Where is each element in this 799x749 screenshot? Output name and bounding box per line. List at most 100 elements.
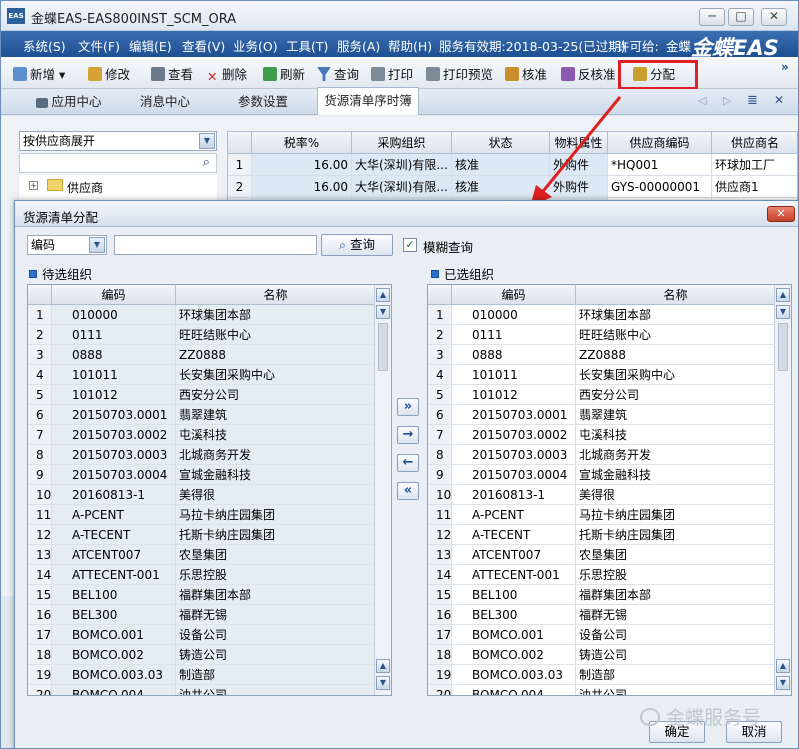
toolbar-print-preview-button[interactable]: 打印预览 <box>426 64 493 83</box>
expand-by-value: 按供应商展开 <box>23 134 96 148</box>
available-orgs-scrollbar[interactable]: ▲ ▼ ▲ ▼ <box>374 285 391 695</box>
toolbar-delete-button[interactable]: ✕ 删除 <box>207 64 247 84</box>
list-header-name: 名称 <box>176 285 376 305</box>
org-row-cell: 屯溪科技 <box>576 425 776 445</box>
org-row-cell: 20150703.0004 <box>452 465 576 485</box>
toolbar-edit-label: 修改 <box>105 67 131 82</box>
toolbar-new-button[interactable]: 新增 ▾ <box>13 64 65 83</box>
toolbar-unapprove-button[interactable]: 反核准 <box>561 64 616 83</box>
query-button[interactable]: ⌕ 查询 <box>321 234 393 256</box>
tab-app-center[interactable]: 应用中心 <box>29 89 109 115</box>
org-row-cell: 11 <box>28 505 52 525</box>
org-row-cell: 20160813-1 <box>52 485 176 505</box>
toolbar-delete-label: 删除 <box>222 67 248 82</box>
search-input[interactable] <box>114 235 317 255</box>
menu-view[interactable]: 查看(V) <box>182 36 225 55</box>
toolbar-query-button[interactable]: 查询 <box>317 64 359 83</box>
menu-edit[interactable]: 编辑(E) <box>129 36 172 55</box>
toolbar-unapprove-label: 反核准 <box>578 67 616 82</box>
org-row-cell: BEL300 <box>452 605 576 625</box>
list-header-rownum <box>28 285 52 305</box>
toolbar-edit-button[interactable]: 修改 <box>88 64 130 83</box>
scroll-down-icon[interactable]: ▼ <box>376 305 390 319</box>
org-row-cell: 9 <box>428 465 452 485</box>
tab-message-center[interactable]: 消息中心 <box>127 89 203 115</box>
org-row-cell: 19 <box>428 665 452 685</box>
move-all-left-button[interactable]: « <box>397 482 419 500</box>
close-window-button[interactable]: ✕ <box>761 8 787 26</box>
toolbar-approve-button[interactable]: 核准 <box>505 64 547 83</box>
wechat-icon <box>640 708 660 726</box>
tree-expand-icon[interactable]: + <box>29 181 38 190</box>
fuzzy-query-checkbox[interactable]: ✓ <box>403 238 417 252</box>
org-row-cell: 农垦集团 <box>176 545 376 565</box>
search-icon[interactable]: ⌕ <box>203 155 210 170</box>
org-row-cell: 4 <box>28 365 52 385</box>
service-expiry-text: 服务有效期:2018-03-25(已过期) <box>439 39 626 54</box>
scroll-up-icon[interactable]: ▲ <box>776 659 790 673</box>
org-row-cell: 10 <box>28 485 52 505</box>
tab-sourcing-list[interactable]: 货源清单序时簿 <box>317 87 419 115</box>
org-row-cell: 福群集团本部 <box>576 585 776 605</box>
org-row-cell: 10 <box>428 485 452 505</box>
assign-dialog: 货源清单分配 ✕ 编码 ▼ ⌕ 查询 ✓ 模糊查询 待选组织 已选组织 编码 名称 1… <box>14 200 799 749</box>
dialog-close-button[interactable]: ✕ <box>767 206 795 222</box>
filter-field-combo[interactable]: 编码 ▼ <box>27 235 107 255</box>
tab-list-icon[interactable]: ≣ <box>747 93 758 108</box>
scroll-up-icon[interactable]: ▲ <box>376 659 390 673</box>
menu-business[interactable]: 业务(O) <box>233 36 278 55</box>
tab-prev-arrow-icon[interactable]: ◁ <box>698 94 706 107</box>
org-row-cell: 19 <box>28 665 52 685</box>
scroll-down-icon[interactable]: ▼ <box>776 676 790 690</box>
annotation-arrow <box>520 95 630 213</box>
eas-app-icon: EAS <box>7 8 25 24</box>
menu-service[interactable]: 服务(A) <box>337 36 380 55</box>
org-row-cell: 15 <box>28 585 52 605</box>
menu-tools[interactable]: 工具(T) <box>286 36 328 55</box>
watermark-text: 金蝶服务号 <box>666 707 762 729</box>
scroll-down-icon[interactable]: ▼ <box>776 305 790 319</box>
scroll-thumb[interactable] <box>778 323 788 371</box>
tree-root-supplier[interactable]: 供应商 <box>67 179 103 196</box>
chevron-down-icon[interactable]: ▼ <box>89 237 105 253</box>
unapprove-icon <box>561 67 575 81</box>
chevron-down-icon[interactable]: ▼ <box>199 133 215 149</box>
scroll-up-icon[interactable]: ▲ <box>776 288 790 302</box>
org-row-cell: 0888 <box>452 345 576 365</box>
org-row-cell: 0111 <box>52 325 176 345</box>
move-left-button[interactable]: ← <box>397 454 419 472</box>
toolbar-refresh-button[interactable]: 刷新 <box>263 64 305 83</box>
toolbar-approve-label: 核准 <box>522 67 548 82</box>
expand-by-combo[interactable]: 按供应商展开 ▼ <box>19 131 217 151</box>
grid-header: 供应商名 <box>712 132 797 154</box>
org-row-cell: 乐思控股 <box>176 565 376 585</box>
list-header-code: 编码 <box>52 285 176 305</box>
toolbar-view-button[interactable]: 查看 <box>151 64 193 83</box>
tab-close-icon[interactable]: ✕ <box>774 93 784 107</box>
org-row-cell: BEL100 <box>52 585 176 605</box>
scroll-thumb[interactable] <box>378 323 388 371</box>
menu-system[interactable]: 系统(S) <box>23 36 66 55</box>
scroll-up-icon[interactable]: ▲ <box>376 288 390 302</box>
org-row-cell: 制造部 <box>176 665 376 685</box>
delete-icon: ✕ <box>207 69 218 84</box>
toolbar-more-chevron-icon[interactable]: » <box>781 60 789 74</box>
menu-file[interactable]: 文件(F) <box>78 36 120 55</box>
license-user: 金蝶 <box>666 39 692 54</box>
org-row-cell: BOMCO.004 <box>52 685 176 695</box>
org-row-cell: 18 <box>428 645 452 665</box>
menu-help[interactable]: 帮助(H) <box>388 36 432 55</box>
minimize-button[interactable]: ─ <box>699 8 725 26</box>
move-right-button[interactable]: → <box>397 426 419 444</box>
tab-next-arrow-icon[interactable]: ▷ <box>723 94 731 107</box>
approve-icon <box>505 67 519 81</box>
scroll-down-icon[interactable]: ▼ <box>376 676 390 690</box>
toolbar-print-button[interactable]: 打印 <box>371 64 413 83</box>
org-row-cell: 20150703.0002 <box>52 425 176 445</box>
org-row-cell: 11 <box>428 505 452 525</box>
move-all-right-button[interactable]: » <box>397 398 419 416</box>
tree-search-field[interactable]: ⌕ <box>19 153 217 173</box>
tab-parameter-settings[interactable]: 参数设置 <box>221 89 305 115</box>
selected-orgs-scrollbar[interactable]: ▲ ▼ ▲ ▼ <box>774 285 791 695</box>
maximize-button[interactable]: □ <box>728 8 754 26</box>
